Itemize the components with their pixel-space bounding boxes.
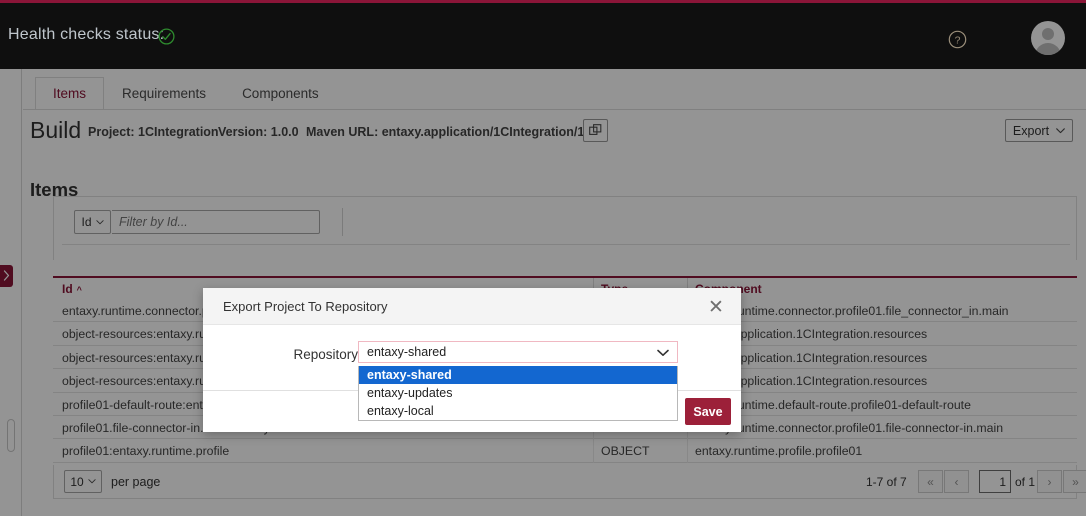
svg-text:?: ?: [955, 35, 961, 47]
top-bar: Health checks status: ?: [0, 0, 1086, 69]
user-avatar-icon[interactable]: [1031, 21, 1065, 55]
modal-title: Export Project To Repository: [223, 299, 388, 314]
modal-header: Export Project To Repository ✕: [203, 288, 741, 325]
check-circle-icon: [158, 28, 175, 45]
avatar-head: [1042, 28, 1054, 40]
save-button[interactable]: Save: [685, 398, 731, 425]
dropdown-option-entaxy-local[interactable]: entaxy-local: [359, 402, 677, 420]
repository-selected-value: entaxy-shared: [367, 345, 446, 359]
avatar-body: [1035, 43, 1061, 55]
health-checks-status-label: Health checks status:: [8, 26, 164, 44]
close-icon[interactable]: ✕: [705, 296, 727, 318]
dropdown-option-entaxy-updates[interactable]: entaxy-updates: [359, 384, 677, 402]
chevron-down-icon: [657, 346, 669, 360]
help-circle-icon[interactable]: ?: [948, 30, 967, 49]
repository-dropdown-list: entaxy-shared entaxy-updates entaxy-loca…: [358, 366, 678, 421]
repository-select[interactable]: entaxy-shared: [358, 341, 678, 363]
dropdown-option-entaxy-shared[interactable]: entaxy-shared: [359, 366, 677, 384]
repository-label: Repository: [258, 347, 358, 362]
app-root: Health checks status: ?: [0, 0, 1086, 516]
